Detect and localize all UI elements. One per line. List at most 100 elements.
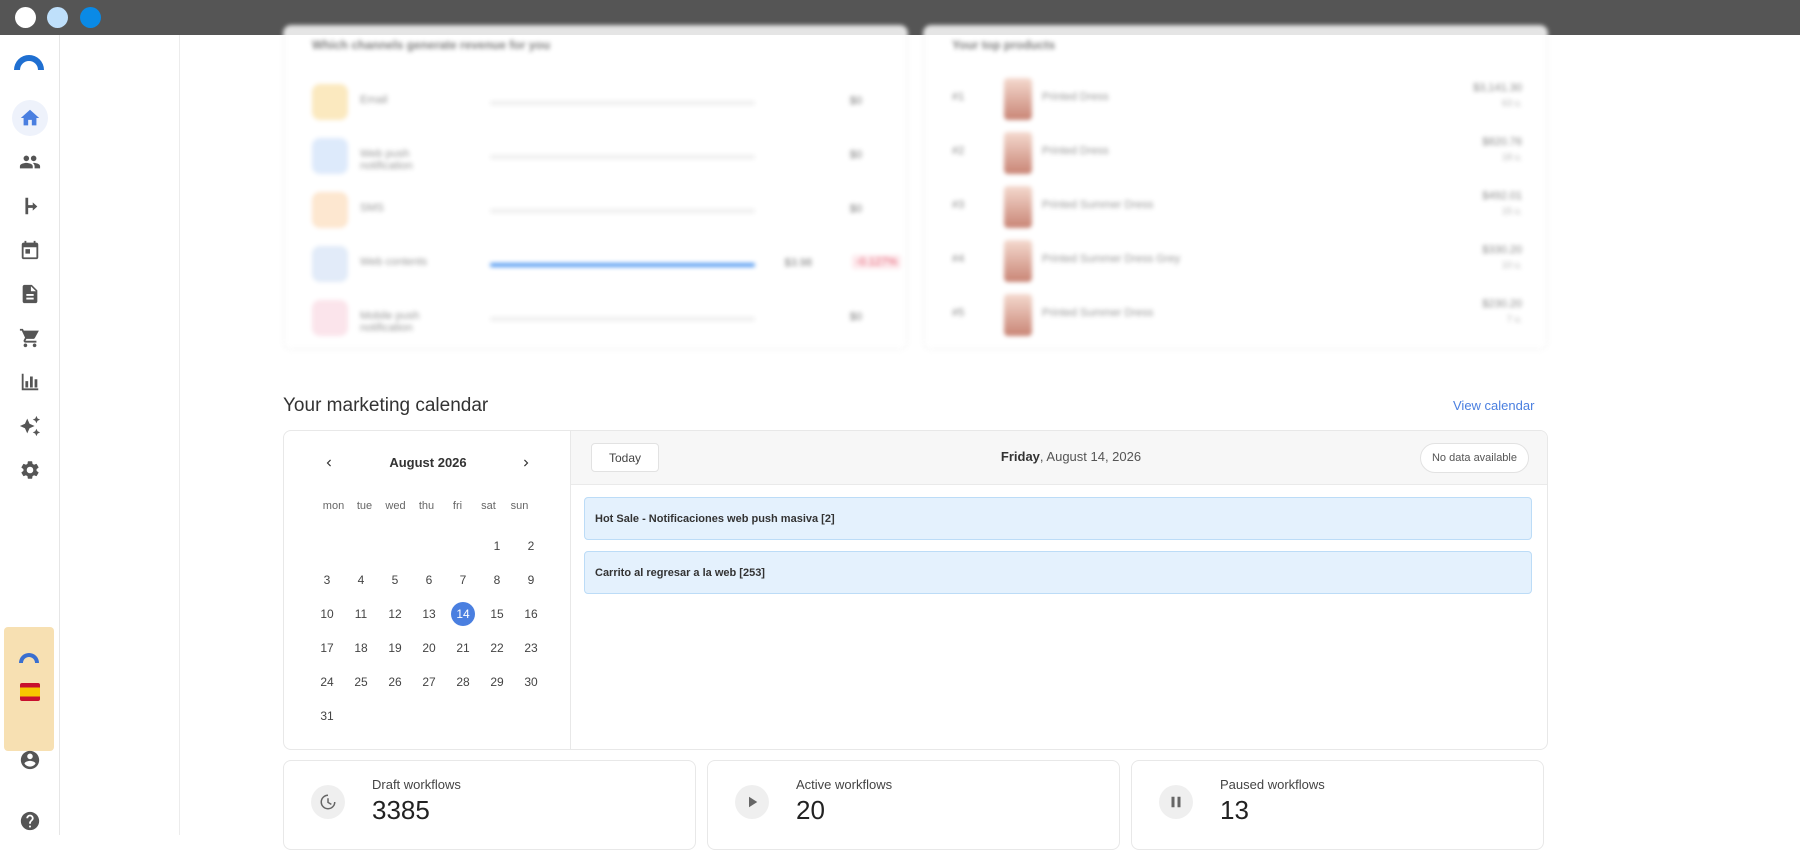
sidebar-item-ai[interactable] — [12, 408, 48, 444]
prev-month-button[interactable] — [317, 451, 341, 475]
today-button[interactable]: Today — [591, 443, 659, 472]
calendar-day[interactable]: 24 — [310, 665, 344, 699]
calendar-day[interactable]: 16 — [514, 597, 548, 631]
calendar-day[interactable]: 30 — [514, 665, 548, 699]
calendar-event[interactable]: Carrito al regresar a la web [253] — [584, 551, 1532, 594]
gear-icon — [21, 461, 39, 479]
calendar-day[interactable]: 27 — [412, 665, 446, 699]
paused-workflows-card[interactable]: Paused workflows 13 — [1131, 760, 1544, 850]
weekday-label: thu — [418, 500, 435, 512]
calendar-day[interactable]: 5 — [378, 563, 412, 597]
product-rank: #4 — [952, 253, 965, 265]
weekday-label: wed — [385, 500, 406, 512]
next-month-button[interactable] — [514, 451, 538, 475]
partner-logo-icon — [19, 653, 39, 663]
calendar-day[interactable]: 28 — [446, 665, 480, 699]
channel-row: Web contents $3.98 -0.127% — [312, 246, 901, 286]
draft-workflows-card[interactable]: Draft workflows 3385 — [283, 760, 696, 850]
calendar-day[interactable]: 8 — [480, 563, 514, 597]
channel-icon — [312, 300, 348, 336]
chevron-left-icon — [326, 459, 331, 467]
sidebar-item-ecommerce[interactable] — [12, 320, 48, 356]
channel-icon — [312, 192, 348, 228]
sidebar-item-contacts[interactable] — [12, 144, 48, 180]
view-calendar-link[interactable]: View calendar — [1453, 398, 1534, 413]
calendar-event[interactable]: Hot Sale - Notificaciones web push masiv… — [584, 497, 1532, 540]
calendar-icon — [21, 240, 39, 260]
sidebar-item-home[interactable] — [12, 100, 48, 136]
channel-bar — [490, 263, 755, 267]
play-icon — [735, 785, 769, 819]
channel-bar — [490, 101, 755, 105]
weekday-label: fri — [452, 500, 463, 512]
mini-calendar: August 2026 mon tue wed thu fri sat sun 123456… — [284, 431, 571, 749]
channel-icon — [312, 246, 348, 282]
top-products-card: Your top products #1 Printed Dress $3,141.… — [923, 25, 1548, 350]
calendar-day[interactable]: 11 — [344, 597, 378, 631]
sidebar — [0, 35, 60, 835]
sidebar-item-account[interactable] — [12, 742, 48, 778]
calendar-day-selected[interactable]: 14 — [446, 597, 480, 631]
calendar-month-label: August 2026 — [389, 455, 467, 470]
spain-flag-icon[interactable] — [20, 683, 40, 701]
branch-icon — [25, 197, 38, 215]
calendar-day[interactable]: 6 — [412, 563, 446, 597]
sidebar-item-help[interactable] — [12, 803, 48, 839]
product-price: $820.76 — [1482, 136, 1522, 148]
window-maximize-button[interactable] — [80, 7, 101, 28]
calendar-day[interactable]: 29 — [480, 665, 514, 699]
calendar-day[interactable]: 19 — [378, 631, 412, 665]
chevron-right-icon — [524, 459, 529, 467]
sidebar-item-automations[interactable] — [12, 188, 48, 224]
product-price: $492.01 — [1482, 190, 1522, 202]
window-minimize-button[interactable] — [47, 7, 68, 28]
calendar-day[interactable]: 20 — [412, 631, 446, 665]
calendar-day[interactable]: 10 — [310, 597, 344, 631]
calendar-day[interactable]: 7 — [446, 563, 480, 597]
product-image — [1004, 240, 1032, 282]
product-price: $330.20 — [1482, 244, 1522, 256]
active-workflows-card[interactable]: Active workflows 20 — [707, 760, 1120, 850]
day-view-toolbar: Today Friday, August 14, 2026 No data av… — [571, 431, 1547, 485]
calendar-day[interactable]: 1 — [480, 529, 514, 563]
window-close-button[interactable] — [15, 7, 36, 28]
app-logo-icon[interactable] — [12, 50, 46, 72]
calendar-day-view: Today Friday, August 14, 2026 No data av… — [571, 431, 1547, 749]
calendar-day[interactable]: 2 — [514, 529, 548, 563]
calendar-empty-cell — [310, 529, 344, 563]
product-image — [1004, 132, 1032, 174]
selected-date: , August 14, 2026 — [1039, 449, 1142, 464]
calendar-day[interactable]: 23 — [514, 631, 548, 665]
calendar-day[interactable]: 26 — [378, 665, 412, 699]
product-units: 63 u. — [1501, 98, 1522, 108]
product-image — [1004, 186, 1032, 228]
calendar-day[interactable]: 21 — [446, 631, 480, 665]
channel-row: Email $0 — [312, 84, 892, 124]
sidebar-item-reports[interactable] — [12, 364, 48, 400]
calendar-day[interactable]: 3 — [310, 563, 344, 597]
calendar-day[interactable]: 22 — [480, 631, 514, 665]
calendar-day[interactable]: 12 — [378, 597, 412, 631]
weekday-label: mon — [322, 500, 345, 512]
product-row: #2 Printed Dress $820.76 18 u. — [952, 132, 1532, 176]
people-icon — [19, 155, 41, 169]
calendar-day[interactable]: 9 — [514, 563, 548, 597]
product-name: Printed Dress — [1042, 145, 1109, 157]
product-row: #1 Printed Dress $3,141.30 63 u. — [952, 78, 1532, 122]
product-units: 7 u. — [1506, 314, 1522, 324]
calendar-day[interactable]: 15 — [480, 597, 514, 631]
calendar-day[interactable]: 31 — [310, 699, 344, 733]
channel-value: $0 — [849, 95, 862, 107]
sidebar-item-settings[interactable] — [12, 452, 48, 488]
calendar-day[interactable]: 4 — [344, 563, 378, 597]
partner-promo[interactable] — [4, 627, 54, 751]
stat-value: 3385 — [372, 795, 430, 825]
home-icon — [20, 109, 40, 126]
calendar-day[interactable]: 17 — [310, 631, 344, 665]
channel-label: Email — [360, 94, 388, 106]
sidebar-item-templates[interactable] — [12, 276, 48, 312]
calendar-day[interactable]: 13 — [412, 597, 446, 631]
calendar-day[interactable]: 18 — [344, 631, 378, 665]
calendar-day[interactable]: 25 — [344, 665, 378, 699]
sidebar-item-calendar[interactable] — [12, 232, 48, 268]
